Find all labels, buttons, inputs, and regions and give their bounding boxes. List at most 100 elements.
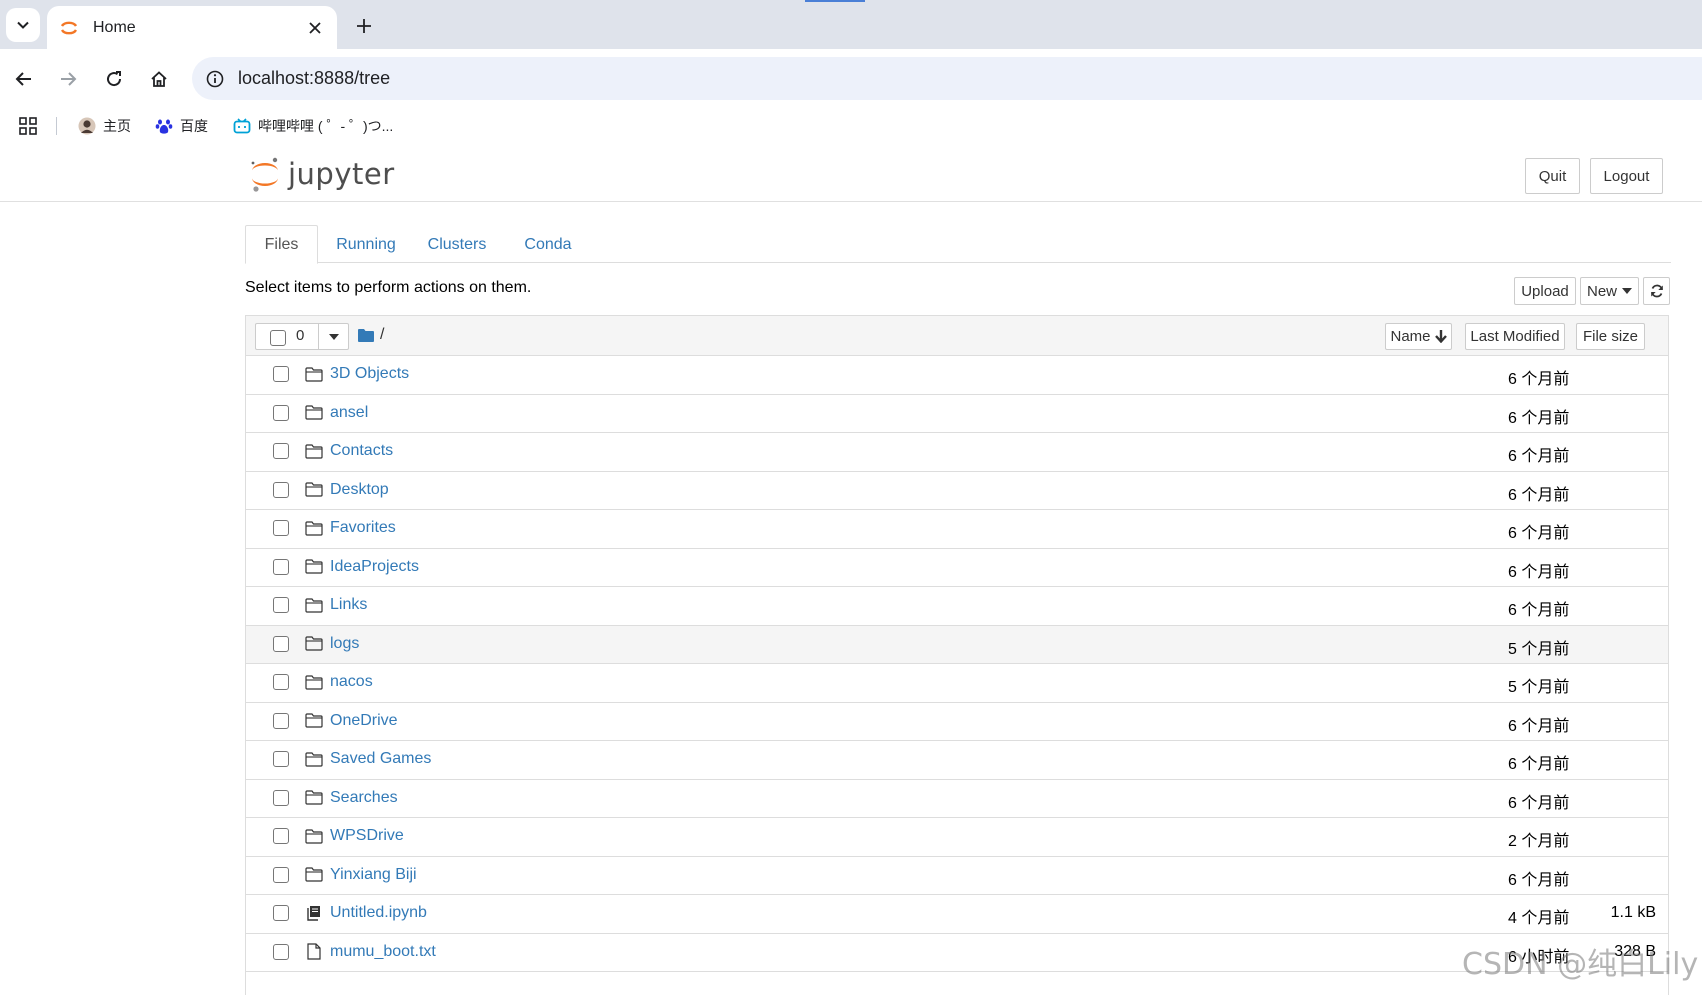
file-list-item[interactable]: logs 5 个月前 bbox=[246, 625, 1668, 664]
item-modified: 5 个月前 bbox=[1508, 640, 1570, 658]
file-list-item[interactable]: Favorites 6 个月前 bbox=[246, 510, 1668, 549]
new-tab-button[interactable] bbox=[350, 12, 378, 40]
file-list-item[interactable]: Contacts 6 个月前 bbox=[246, 433, 1668, 472]
tab-search-button[interactable] bbox=[6, 8, 40, 42]
refresh-button[interactable] bbox=[1643, 277, 1670, 305]
folder-icon bbox=[305, 520, 323, 536]
file-list-item[interactable]: OneDrive 6 个月前 bbox=[246, 702, 1668, 741]
item-name-link[interactable]: Searches bbox=[330, 789, 398, 807]
file-list-item[interactable]: Untitled.ipynb 4 个月前 1.1 kB bbox=[246, 895, 1668, 934]
select-menu-toggle[interactable] bbox=[318, 323, 349, 350]
item-name-link[interactable]: Saved Games bbox=[330, 750, 431, 768]
file-list-item[interactable]: Searches 6 个月前 bbox=[246, 779, 1668, 818]
new-dropdown-button[interactable]: New bbox=[1580, 277, 1639, 305]
upload-button[interactable]: Upload bbox=[1514, 277, 1576, 305]
item-name-link[interactable]: 3D Objects bbox=[330, 365, 409, 383]
sort-file-size-button[interactable]: File size bbox=[1576, 323, 1645, 350]
jupyter-logo-icon bbox=[251, 157, 278, 192]
item-checkbox[interactable] bbox=[273, 828, 289, 844]
item-modified: 6 个月前 bbox=[1508, 871, 1570, 889]
folder-icon bbox=[305, 482, 323, 498]
file-list-item[interactable]: 3D Objects 6 个月前 bbox=[246, 356, 1668, 395]
item-name-link[interactable]: Yinxiang Biji bbox=[330, 866, 417, 884]
tab-running[interactable]: Running bbox=[325, 225, 407, 264]
breadcrumb[interactable]: / bbox=[358, 326, 384, 344]
item-name-link[interactable]: Links bbox=[330, 596, 367, 614]
file-list-item[interactable]: Links 6 个月前 bbox=[246, 587, 1668, 626]
item-checkbox[interactable] bbox=[273, 943, 289, 960]
select-all-checkbox[interactable] bbox=[270, 330, 286, 346]
tab-files[interactable]: Files bbox=[245, 225, 318, 264]
file-list-item[interactable]: WPSDrive 2 个月前 bbox=[246, 818, 1668, 857]
item-name-link[interactable]: mumu_boot.txt bbox=[330, 943, 436, 961]
file-list-item[interactable]: ansel 6 个月前 bbox=[246, 394, 1668, 433]
item-name-link[interactable]: ansel bbox=[330, 404, 368, 422]
folder-icon bbox=[305, 366, 323, 382]
file-list-item[interactable]: Yinxiang Biji 6 个月前 bbox=[246, 856, 1668, 895]
new-button-label: New bbox=[1586, 282, 1617, 300]
select-hint-text: Select items to perform actions on them. bbox=[245, 279, 532, 296]
file-list-item[interactable]: Saved Games 6 个月前 bbox=[246, 741, 1668, 780]
reload-button[interactable] bbox=[98, 63, 130, 95]
item-checkbox[interactable] bbox=[273, 481, 289, 498]
forward-button[interactable] bbox=[52, 63, 84, 95]
file-list-item[interactable]: IdeaProjects 6 个月前 bbox=[246, 548, 1668, 587]
item-name-link[interactable]: Untitled.ipynb bbox=[330, 904, 427, 922]
browser-tab-home[interactable]: Home bbox=[47, 6, 337, 49]
apps-grid-icon bbox=[19, 117, 37, 135]
item-name-link[interactable]: OneDrive bbox=[330, 712, 398, 730]
folder-icon bbox=[305, 597, 323, 613]
jupyter-logo[interactable]: jupyter bbox=[248, 156, 395, 192]
bookmark-bilibili[interactable]: 哔哩哔哩 ( ゜- ゜)つ... bbox=[233, 115, 393, 137]
bookmark-home[interactable]: 主页 bbox=[78, 115, 131, 137]
item-checkbox[interactable] bbox=[273, 674, 289, 690]
item-name-link[interactable]: Favorites bbox=[330, 519, 396, 537]
item-checkbox[interactable] bbox=[273, 866, 289, 883]
file-list-item[interactable]: nacos 5 个月前 bbox=[246, 664, 1668, 703]
bookmarks-separator bbox=[56, 117, 57, 135]
dashboard-tabs: Files Running Clusters Conda bbox=[245, 225, 1671, 264]
item-checkbox[interactable] bbox=[273, 520, 289, 536]
item-modified: 6 个月前 bbox=[1508, 448, 1570, 465]
item-checkbox[interactable] bbox=[273, 597, 289, 613]
folder-icon bbox=[305, 828, 323, 844]
item-name-link[interactable]: Contacts bbox=[330, 442, 393, 460]
item-checkbox[interactable] bbox=[273, 789, 289, 806]
item-checkbox[interactable] bbox=[273, 712, 289, 729]
item-checkbox[interactable] bbox=[273, 558, 289, 575]
apps-button[interactable] bbox=[18, 116, 38, 141]
logout-button[interactable]: Logout bbox=[1590, 158, 1663, 194]
file-list-item[interactable]: mumu_boot.txt 6 小时前 328 B bbox=[246, 933, 1668, 972]
item-modified: 6 个月前 bbox=[1508, 756, 1570, 773]
tab-clusters[interactable]: Clusters bbox=[417, 225, 497, 264]
refresh-icon bbox=[1650, 284, 1663, 298]
item-checkbox[interactable] bbox=[273, 366, 289, 382]
quit-button[interactable]: Quit bbox=[1525, 158, 1580, 194]
item-modified: 2 个月前 bbox=[1508, 833, 1570, 850]
arrow-down-icon bbox=[1434, 330, 1447, 343]
select-all-dropdown[interactable]: 0 bbox=[255, 323, 349, 350]
reload-icon bbox=[107, 71, 122, 87]
home-button[interactable] bbox=[143, 63, 175, 95]
bookmark-baidu[interactable]: 百度 bbox=[155, 115, 208, 137]
item-name-link[interactable]: nacos bbox=[330, 673, 373, 691]
sort-last-modified-button[interactable]: Last Modified bbox=[1465, 323, 1565, 350]
caret-down-icon bbox=[1622, 288, 1632, 294]
item-name-link[interactable]: logs bbox=[330, 635, 359, 653]
item-name-link[interactable]: Desktop bbox=[330, 481, 389, 499]
item-checkbox[interactable] bbox=[273, 404, 289, 421]
item-checkbox[interactable] bbox=[273, 635, 289, 652]
item-name-link[interactable]: IdeaProjects bbox=[330, 558, 419, 576]
item-modified: 6 个月前 bbox=[1508, 371, 1570, 388]
address-bar[interactable]: localhost:8888/tree bbox=[192, 57, 1702, 100]
tab-close-button[interactable] bbox=[303, 16, 327, 40]
close-icon bbox=[309, 22, 321, 34]
back-button[interactable] bbox=[8, 63, 40, 95]
item-checkbox[interactable] bbox=[273, 905, 289, 921]
item-checkbox[interactable] bbox=[273, 443, 289, 459]
item-name-link[interactable]: WPSDrive bbox=[330, 827, 404, 845]
sort-name-button[interactable]: Name bbox=[1385, 323, 1452, 350]
tab-conda[interactable]: Conda bbox=[513, 225, 583, 264]
file-list-item[interactable]: Desktop 6 个月前 bbox=[246, 471, 1668, 510]
item-checkbox[interactable] bbox=[273, 751, 289, 767]
